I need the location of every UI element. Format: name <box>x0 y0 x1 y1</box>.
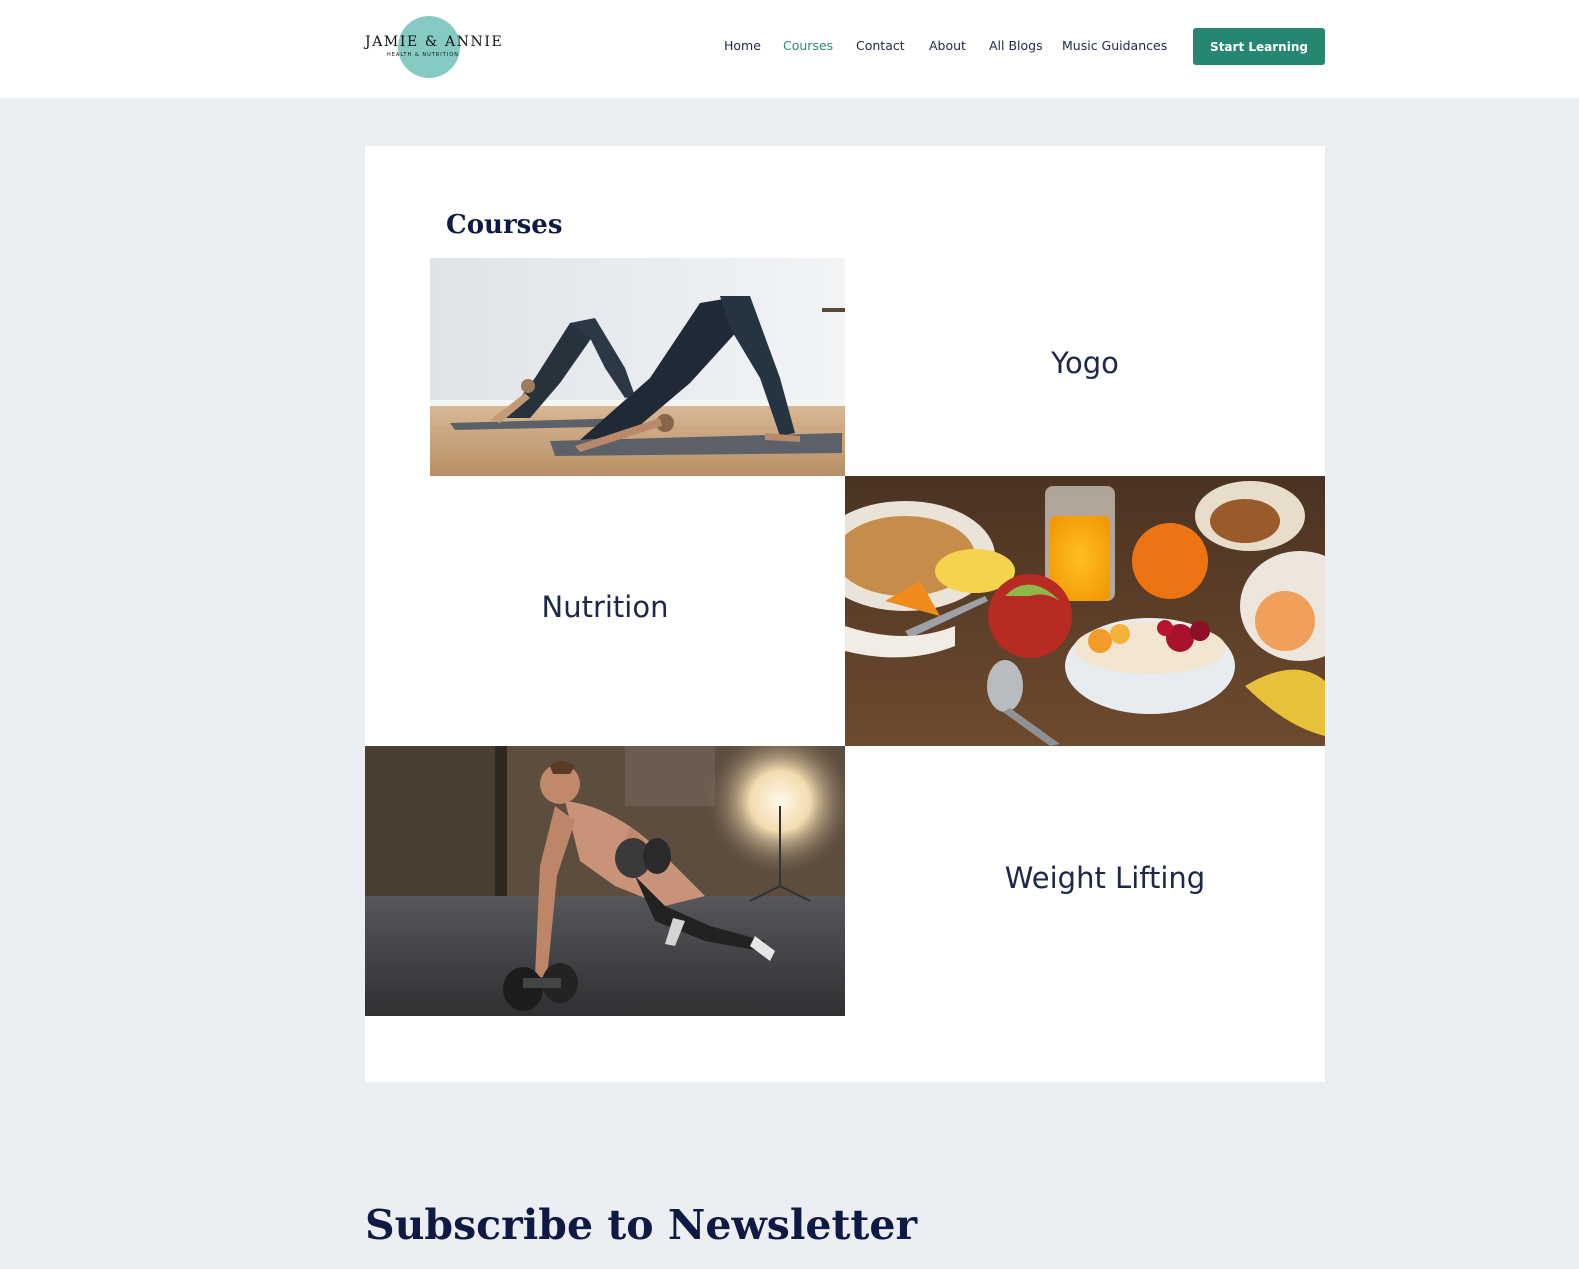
courses-heading: Courses <box>446 210 563 240</box>
weight-lifting-image[interactable] <box>365 746 845 1016</box>
breakfast-illustration <box>845 476 1325 746</box>
nav-all-blogs[interactable]: All Blogs <box>989 38 1043 53</box>
course-label-weight-lifting[interactable]: Weight Lifting <box>845 861 1365 895</box>
yoga-illustration <box>430 258 845 476</box>
course-label-yoga[interactable]: Yogo <box>845 346 1325 380</box>
nav-contact[interactable]: Contact <box>856 38 905 53</box>
courses-panel: Courses Yogo Nutrition Weight Lifting <box>365 146 1325 1082</box>
newsletter-heading: Subscribe to Newsletter <box>365 1201 918 1249</box>
nav-music-guidances[interactable]: Music Guidances <box>1062 38 1167 53</box>
nav-courses[interactable]: Courses <box>783 38 833 53</box>
nav-home[interactable]: Home <box>724 38 761 53</box>
main-nav: Home Courses Contact About All Blogs Mus… <box>0 38 1579 58</box>
site-header: JAMIE & ANNIE HEALTH & NUTRITION Home Co… <box>0 0 1579 98</box>
nav-about[interactable]: About <box>929 38 966 53</box>
yoga-image[interactable] <box>430 258 845 476</box>
course-label-nutrition[interactable]: Nutrition <box>365 590 845 624</box>
pushup-illustration <box>365 746 845 1016</box>
start-learning-button[interactable]: Start Learning <box>1193 28 1325 65</box>
nutrition-image[interactable] <box>845 476 1325 746</box>
